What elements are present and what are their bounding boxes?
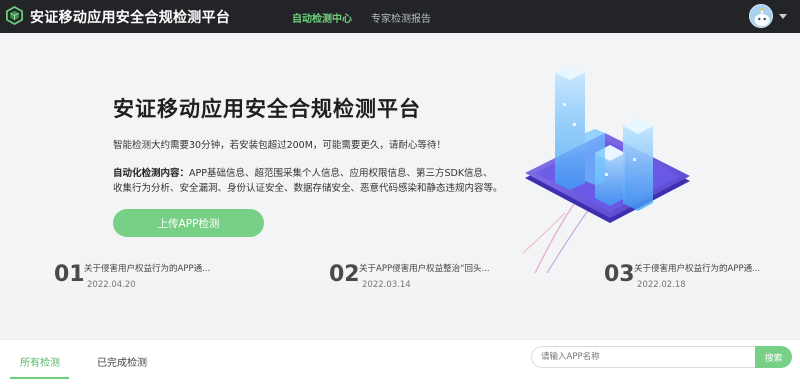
hero-banner: 安证移动应用安全合规检测平台 智能检测大约需要30分钟，若安装包超过200M，可… xyxy=(0,33,800,279)
news-item[interactable]: 03 关于侵害用户权益行为的APP通... 2022.02.18 xyxy=(604,262,800,322)
nav-expert-reports[interactable]: 专家检测报告 xyxy=(371,10,431,25)
app-name-search-input[interactable] xyxy=(531,346,756,368)
detection-tabs-bar: 所有检测 已完成检测 搜索 xyxy=(0,339,800,389)
news-title[interactable]: 关于侵害用户权益行为的APP通... xyxy=(634,262,760,274)
active-tab-indicator xyxy=(10,377,69,379)
news-number: 03 xyxy=(604,262,635,287)
top-navbar: 安证移动应用安全合规检测平台 自动检测中心 专家检测报告 xyxy=(0,0,800,33)
tab-all-detections[interactable]: 所有检测 xyxy=(20,354,60,369)
robot-avatar-icon[interactable] xyxy=(749,4,773,28)
news-date: 2022.03.14 xyxy=(362,280,411,290)
detection-content-line-1: 自动化检测内容：APP基础信息、超范围采集个人信息、应用权限信息、第三方SDK信… xyxy=(113,165,493,179)
detection-content-label: 自动化检测内容： xyxy=(113,168,190,179)
news-title[interactable]: 关于APP侵害用户权益整治“回头... xyxy=(359,262,490,274)
news-date: 2022.04.20 xyxy=(87,280,136,290)
news-date: 2022.02.18 xyxy=(637,280,686,290)
news-title[interactable]: 关于侵害用户权益行为的APP通... xyxy=(84,262,210,274)
news-number: 02 xyxy=(329,262,360,287)
nav-auto-detection-center[interactable]: 自动检测中心 xyxy=(292,10,352,25)
detection-content-text-1: APP基础信息、超范围采集个人信息、应用权限信息、第三方SDK信息、 xyxy=(189,168,493,179)
cube-logo-icon[interactable] xyxy=(5,6,24,25)
detection-content-line-2: 收集行为分析、安全漏洞、身份认证安全、数据存储安全、恶意代码感染和静态违规内容等… xyxy=(113,183,503,194)
tab-completed-detections[interactable]: 已完成检测 xyxy=(97,354,147,369)
brand-title[interactable]: 安证移动应用安全合规检测平台 xyxy=(30,7,230,27)
news-number: 01 xyxy=(54,262,85,287)
news-item[interactable]: 01 关于侵害用户权益行为的APP通... 2022.04.20 xyxy=(54,262,284,322)
search-button[interactable]: 搜索 xyxy=(755,346,792,368)
hero-subtitle: 智能检测大约需要30分钟，若安装包超过200M，可能需要更久，请耐心等待！ xyxy=(113,140,446,151)
isometric-phone-illustration xyxy=(522,66,690,273)
caret-down-icon[interactable] xyxy=(779,14,787,19)
upload-app-button[interactable]: 上传APP检测 xyxy=(113,209,264,237)
news-item[interactable]: 02 关于APP侵害用户权益整治“回头... 2022.03.14 xyxy=(329,262,559,322)
hero-title: 安证移动应用安全合规检测平台 xyxy=(113,97,421,121)
